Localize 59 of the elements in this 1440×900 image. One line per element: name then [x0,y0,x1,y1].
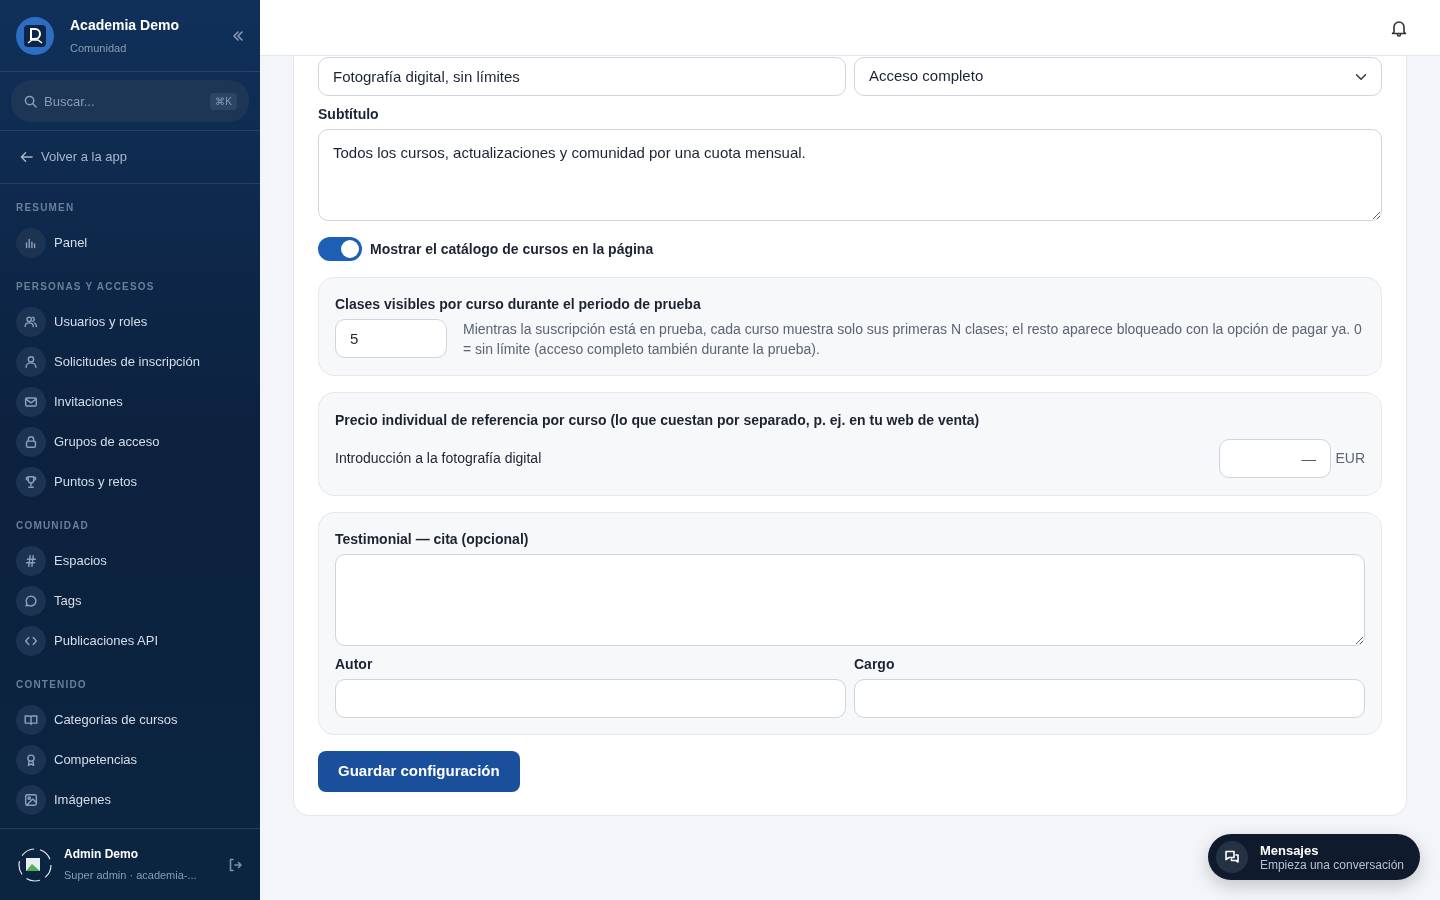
sidebar-item[interactable]: Tags [0,581,260,621]
section-heading: PERSONAS Y ACCESOS [15,280,156,294]
section-heading: COMUNIDAD [15,519,91,533]
save-button[interactable]: Guardar configuración [318,751,520,792]
book-icon [23,712,39,728]
chat-icon [1223,849,1240,865]
brand-subtitle: Comunidad [70,40,128,56]
back-link[interactable]: Volver a la app [0,131,260,183]
section-heading: CONTENIDO [15,678,88,692]
trial-lessons-field[interactable]: 5 [335,319,447,358]
sidebar-item[interactable]: Invitaciones [0,382,260,422]
price-field[interactable]: — [1219,439,1332,478]
arrow-left-icon [20,151,33,163]
field-label: Clases visibles por curso durante el periodo de prueba [335,295,702,314]
shortcut-hint: ⌘K [210,93,237,110]
user-icon [23,354,39,370]
title-field[interactable]: Fotografía digital, sin límites [318,57,846,96]
toggle-label: Mostrar el catálogo de cursos en la página [370,239,654,259]
sidebar-item[interactable]: Grupos de acceso [0,422,260,462]
field-label: Precio individual de referencia por curso (lo que cuestan por separado, p. ej. en tu web de venta) [335,411,981,430]
logout-icon[interactable] [228,857,242,872]
messages-widget[interactable]: Mensajes Empieza una conversación [1207,834,1420,880]
messages-title: Mensajes [1259,842,1320,858]
field-label: Subtítulo [318,105,380,124]
envelope-icon [23,394,39,410]
logo-icon [16,16,54,55]
sidebar-item[interactable]: Usuarios y roles [0,302,260,342]
collapse-icon[interactable] [232,30,244,41]
field-label: Autor [335,655,374,674]
subtitle-field[interactable]: Todos los cursos, actualizaciones y comunidad por una cuota mensual. [318,129,1382,221]
sidebar-item[interactable]: Espacios [0,541,260,581]
sidebar-item[interactable]: Puntos y retos [0,462,260,502]
sidebar-item[interactable]: Imágenes [0,780,260,820]
catalog-toggle[interactable] [318,237,362,261]
brand-title: Academia Demo [70,15,180,35]
access-select[interactable]: Acceso completo [854,57,1382,96]
avatar-icon [18,847,52,882]
image-icon [23,792,39,808]
sidebar-item[interactable]: Publicaciones API [0,621,260,661]
notification-bell-icon[interactable] [1390,18,1408,37]
search-icon [24,95,37,108]
lock-icon [23,434,39,450]
sidebar-item[interactable]: Categorías de cursos [0,700,260,740]
sidebar-item[interactable]: Competencias [0,740,260,780]
course-name: Introducción a la fotografía digital [335,449,543,468]
trophy-icon [23,474,39,490]
hash-icon [23,553,39,569]
help-text: Mientras la suscripción está en prueba, cada curso muestra solo sus primeras N clases; el resto aparece bloqueado con la opción de pagar ya. 0 = sin límite (acceso completo también durante la prueba). [463,320,1363,359]
user-name: Admin Demo [64,846,139,864]
users-icon [23,314,39,330]
user-role: Super admin · academia-... [64,868,198,884]
messages-subtitle: Empieza una conversación [1259,857,1404,872]
speech-bubble-icon [23,593,39,609]
sidebar-item[interactable]: Solicitudes de inscripción [0,342,260,382]
section-heading: RESUMEN [15,201,76,215]
field-label: Testimonial — cita (opcional) [335,530,530,549]
field-label: Cargo [854,655,896,674]
currency-label: EUR [1335,449,1365,468]
sidebar-item[interactable]: Panel [0,223,260,263]
